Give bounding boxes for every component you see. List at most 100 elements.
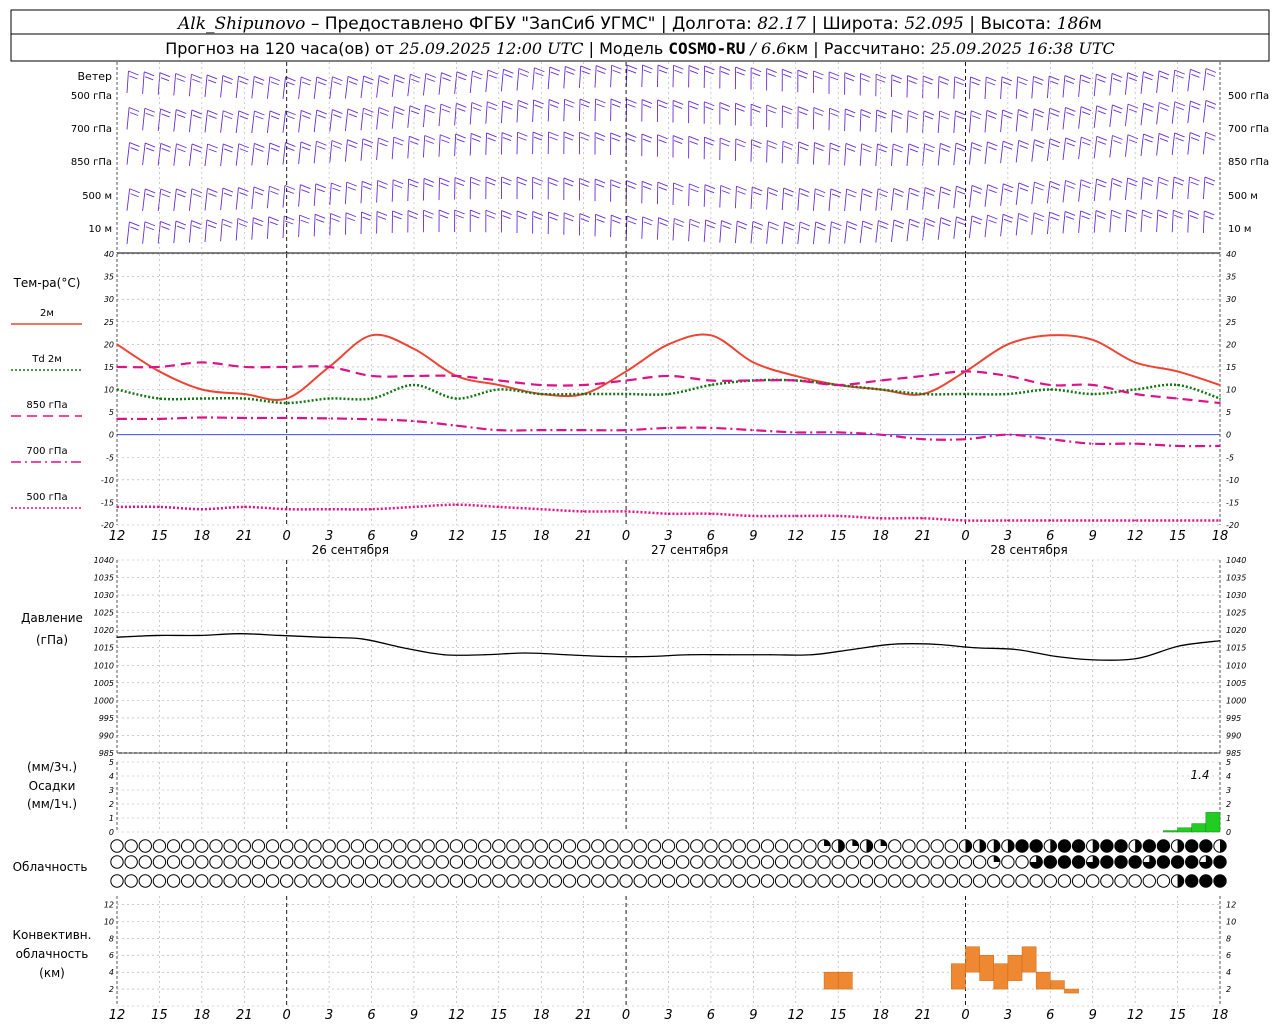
cloud-icon — [464, 875, 476, 887]
wind-barb-feather — [1204, 211, 1214, 215]
wind-barb-staff — [860, 189, 862, 211]
wind-barb-staff — [954, 143, 956, 165]
wind-barb-feather — [222, 219, 232, 223]
wind-barb-feather — [973, 148, 981, 151]
wind-barb-staff — [345, 140, 347, 162]
wind-barb-feather — [910, 193, 918, 196]
wind-barb-staff — [299, 185, 301, 207]
wind-barb-staff — [330, 213, 331, 235]
y-tick-label: -5 — [1226, 453, 1234, 462]
temp-point — [1177, 398, 1179, 400]
wind-barb-feather — [1081, 211, 1091, 215]
wind-barb-staff — [127, 143, 130, 165]
legend-label: 700 гПа — [26, 446, 67, 457]
wind-barb-feather — [895, 225, 903, 228]
temp-point — [1050, 335, 1052, 337]
temp-point — [286, 398, 288, 400]
wind-barb-staff — [689, 219, 690, 241]
wind-barb-staff — [751, 187, 752, 209]
cloud-icon — [563, 840, 575, 852]
wind-barb-feather — [332, 188, 340, 191]
cloud-icon — [436, 856, 448, 868]
time-tick-label: 15 — [491, 1008, 508, 1023]
temp-point — [880, 380, 882, 382]
wind-barb-staff — [283, 111, 286, 133]
wind-barb-feather — [814, 108, 824, 112]
wind-barb-feather — [1113, 183, 1121, 186]
temp-point — [880, 389, 882, 391]
wind-barb-feather — [393, 211, 403, 215]
cloud-icon — [917, 840, 929, 852]
wind-barb-staff — [564, 66, 565, 88]
wind-barb-feather — [379, 185, 387, 188]
wind-barbs — [127, 65, 1216, 244]
cloud-icon — [691, 840, 703, 852]
wind-barb-feather — [675, 70, 683, 73]
temp-point — [116, 389, 118, 391]
time-tick-label: 12 — [1127, 529, 1144, 544]
wind-barb-staff — [1094, 211, 1096, 233]
wind-barb-feather — [1175, 102, 1185, 106]
wind-barb-feather — [471, 177, 481, 181]
cloud-icon-fill — [1214, 856, 1226, 868]
wind-barb-staff — [798, 222, 800, 244]
cloud-icon — [606, 840, 618, 852]
wind-barb-staff — [704, 220, 706, 242]
wind-barb-staff — [907, 144, 909, 166]
cloud-icon — [747, 840, 759, 852]
cloud-icon — [775, 856, 787, 868]
wind-barb-feather — [689, 101, 699, 105]
wind-barb-feather — [956, 116, 964, 119]
wind-barb-feather — [333, 115, 341, 118]
wind-barb-feather — [817, 227, 825, 230]
wind-barb-feather — [644, 222, 652, 225]
wind-barb-staff — [845, 143, 846, 165]
wind-barb-feather — [488, 138, 496, 141]
wind-barb-feather — [863, 149, 871, 152]
temp-point — [668, 344, 670, 346]
y-tick-label: 10 — [104, 386, 114, 395]
wind-barb-feather — [378, 216, 386, 219]
wind-barb-feather — [1034, 213, 1044, 217]
cloud-icon — [535, 840, 547, 852]
temp-point — [880, 434, 882, 436]
wind-barb-feather — [1065, 76, 1075, 80]
cloud-icon — [662, 840, 674, 852]
wind-barb-feather — [988, 147, 996, 150]
cloud-icon — [620, 856, 632, 868]
day-label: 26 сентября — [312, 543, 389, 557]
temp-point — [116, 418, 118, 420]
wind-barb-feather — [751, 68, 761, 72]
wind-barb-staff — [673, 65, 674, 87]
cloud-icon — [1044, 875, 1056, 887]
wind-barb-staff — [1172, 102, 1175, 124]
cloud-icon — [549, 875, 561, 887]
wind-barb-feather — [767, 69, 777, 73]
wind-barb-feather — [642, 181, 652, 185]
wind-barb-feather — [926, 223, 934, 226]
day-label: 27 сентября — [651, 543, 728, 557]
wind-barb-feather — [767, 141, 777, 145]
wind-barb-feather — [673, 136, 683, 140]
temp-point — [1177, 520, 1179, 522]
wind-barb-feather — [1066, 112, 1074, 115]
cloud-icon — [634, 840, 646, 852]
wind-barb-feather — [705, 66, 715, 70]
wind-barb-feather — [581, 104, 589, 107]
cloud-icon — [563, 875, 575, 887]
cloud-icon — [1129, 875, 1141, 887]
wind-barb-feather — [597, 104, 605, 107]
wind-barb-feather — [456, 215, 464, 218]
wind-barb-feather — [1144, 77, 1152, 80]
wind-barb-staff — [127, 222, 129, 244]
temp-point — [413, 506, 415, 508]
cloud-icon — [832, 856, 844, 868]
wind-barb-feather — [736, 67, 746, 71]
wind-barb-staff — [299, 77, 302, 99]
wind-barb-feather — [333, 145, 341, 148]
temp-point — [371, 508, 373, 510]
cloud-icon — [394, 840, 406, 852]
wind-barb-staff — [486, 133, 487, 155]
y-tick-label: 1035 — [94, 574, 114, 583]
wind-barb-staff — [345, 213, 346, 235]
